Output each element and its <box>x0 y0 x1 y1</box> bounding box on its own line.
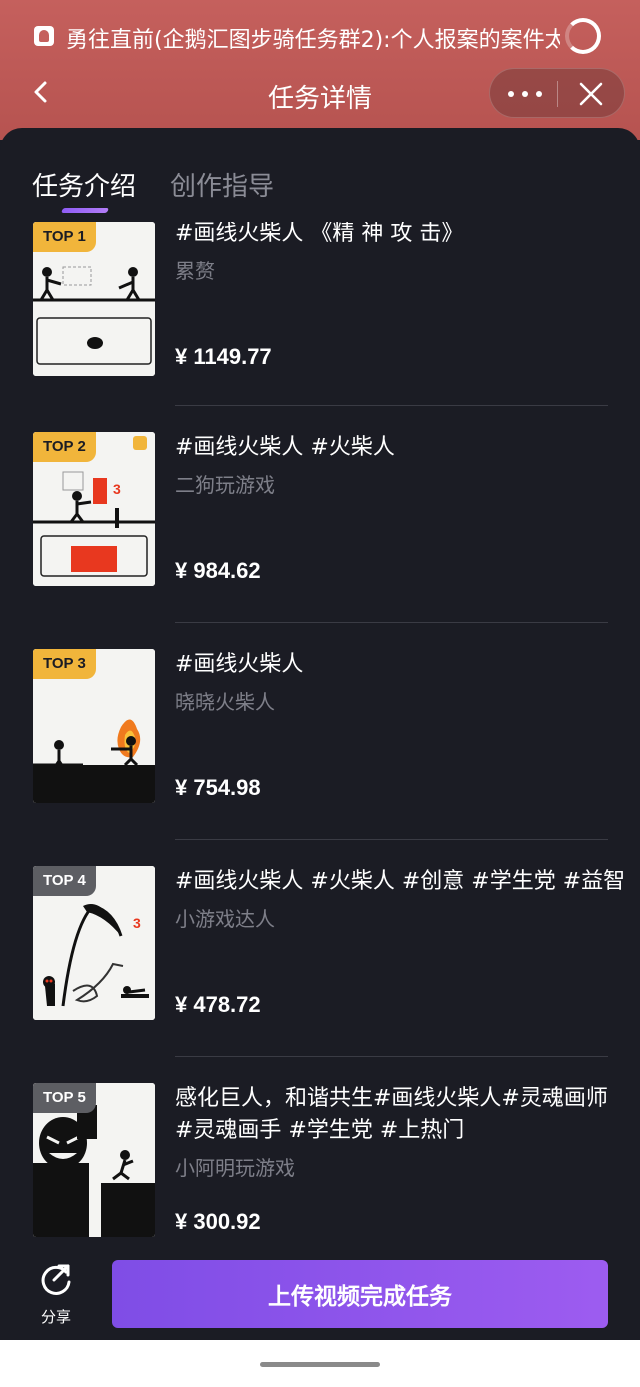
close-icon[interactable] <box>578 81 604 107</box>
reward-price: ¥ 300.92 <box>175 1209 261 1234</box>
video-thumbnail: TOP 5 <box>33 1083 155 1237</box>
nav-bar: 任务详情 <box>0 62 640 126</box>
rank-badge: TOP 1 <box>33 222 96 252</box>
video-thumbnail: TOP 1 <box>33 222 155 376</box>
reward-price: ¥ 754.98 <box>175 775 261 800</box>
video-author: 小游戏达人 <box>175 907 275 931</box>
divider <box>175 839 608 840</box>
chat-title: 勇往直前(企鹅汇图步骑任务群2):个人报案的案件太多 <box>66 28 560 53</box>
share-button[interactable]: 分享 <box>36 1260 76 1327</box>
video-author: 累赘 <box>175 259 215 283</box>
share-icon <box>41 1264 71 1295</box>
video-title: #画线火柴人 #火柴人 #创意 #学生党 #益智 <box>175 869 626 894</box>
capsule-divider <box>557 81 558 107</box>
video-thumbnail: 3 TOP 2 <box>33 432 155 586</box>
video-author: 小阿明玩游戏 <box>175 1156 295 1180</box>
rank-badge: TOP 4 <box>33 866 96 896</box>
video-title: #画线火柴人 <box>175 652 304 677</box>
video-author: 晓晓火柴人 <box>175 690 275 714</box>
bottom-action-bar: 分享 上传视频完成任务 <box>0 1248 640 1340</box>
rank-badge: TOP 2 <box>33 432 96 462</box>
home-indicator-area <box>0 1340 640 1387</box>
item-info: #画线火柴人 #火柴人 #创意 #学生党 #益智 小游戏达人 <box>175 866 626 934</box>
item-info: #画线火柴人 #火柴人 二狗玩游戏 <box>175 432 615 500</box>
share-label: 分享 <box>40 1308 71 1326</box>
tab-creation-guide[interactable]: 创作指导 <box>170 166 274 203</box>
item-info: #画线火柴人 晓晓火柴人 <box>175 649 615 717</box>
chat-bar: 勇往直前(企鹅汇图步骑任务群2):个人报案的案件太多 <box>0 14 640 58</box>
tab-task-intro[interactable]: 任务介绍 <box>32 166 136 203</box>
list-item[interactable]: 3 TOP 4 #画线火柴人 #火柴人 #创意 #学生党 #益智 小游戏达人 ¥… <box>0 866 640 1083</box>
thumb-number: 3 <box>133 915 141 931</box>
reward-price: ¥ 1149.77 <box>175 344 272 369</box>
divider <box>175 405 608 406</box>
video-author: 二狗玩游戏 <box>175 473 275 497</box>
loading-spinner-icon <box>565 18 601 54</box>
task-detail-panel: 任务介绍 创作指导 TOP 1 #画线火柴人 《精 神 攻 击》 累赘 ¥ 11… <box>0 128 640 1387</box>
item-info: #画线火柴人 《精 神 攻 击》 累赘 <box>175 222 615 286</box>
reward-price: ¥ 478.72 <box>175 992 261 1017</box>
mini-program-capsule <box>489 68 625 118</box>
list-item[interactable]: TOP 1 #画线火柴人 《精 神 攻 击》 累赘 ¥ 1149.77 <box>0 222 640 439</box>
item-info: 感化巨人，和谐共生#画线火柴人#灵魂画师 #灵魂画手 #学生党 #上热门 小阿明… <box>175 1083 615 1183</box>
qq-chat-icon <box>34 26 54 46</box>
thumb-number: 3 <box>113 481 121 497</box>
header-area: 勇往直前(企鹅汇图步骑任务群2):个人报案的案件太多 任务详情 <box>0 0 640 140</box>
home-indicator[interactable] <box>260 1362 380 1367</box>
video-title: #画线火柴人 《精 神 攻 击》 <box>175 222 464 246</box>
rank-badge: TOP 3 <box>33 649 96 679</box>
rank-badge: TOP 5 <box>33 1083 96 1113</box>
video-thumbnail: 3 TOP 4 <box>33 866 155 1020</box>
list-item[interactable]: TOP 3 #画线火柴人 晓晓火柴人 ¥ 754.98 <box>0 649 640 866</box>
tab-indicator <box>60 208 110 213</box>
top-videos-list: TOP 1 #画线火柴人 《精 神 攻 击》 累赘 ¥ 1149.77 3 TO… <box>0 222 640 1245</box>
divider <box>175 622 608 623</box>
upload-video-button[interactable]: 上传视频完成任务 <box>112 1260 608 1328</box>
video-title: 感化巨人，和谐共生#画线火柴人#灵魂画师 #灵魂画手 #学生党 #上热门 <box>175 1086 608 1143</box>
more-icon[interactable] <box>508 81 542 107</box>
divider <box>175 1056 608 1057</box>
video-title: #画线火柴人 #火柴人 <box>175 435 395 460</box>
reward-price: ¥ 984.62 <box>175 558 261 583</box>
list-item[interactable]: 3 TOP 2 #画线火柴人 #火柴人 二狗玩游戏 ¥ 984.62 <box>0 432 640 649</box>
video-thumbnail: TOP 3 <box>33 649 155 803</box>
list-item[interactable]: TOP 5 感化巨人，和谐共生#画线火柴人#灵魂画师 #灵魂画手 #学生党 #上… <box>0 1083 640 1245</box>
